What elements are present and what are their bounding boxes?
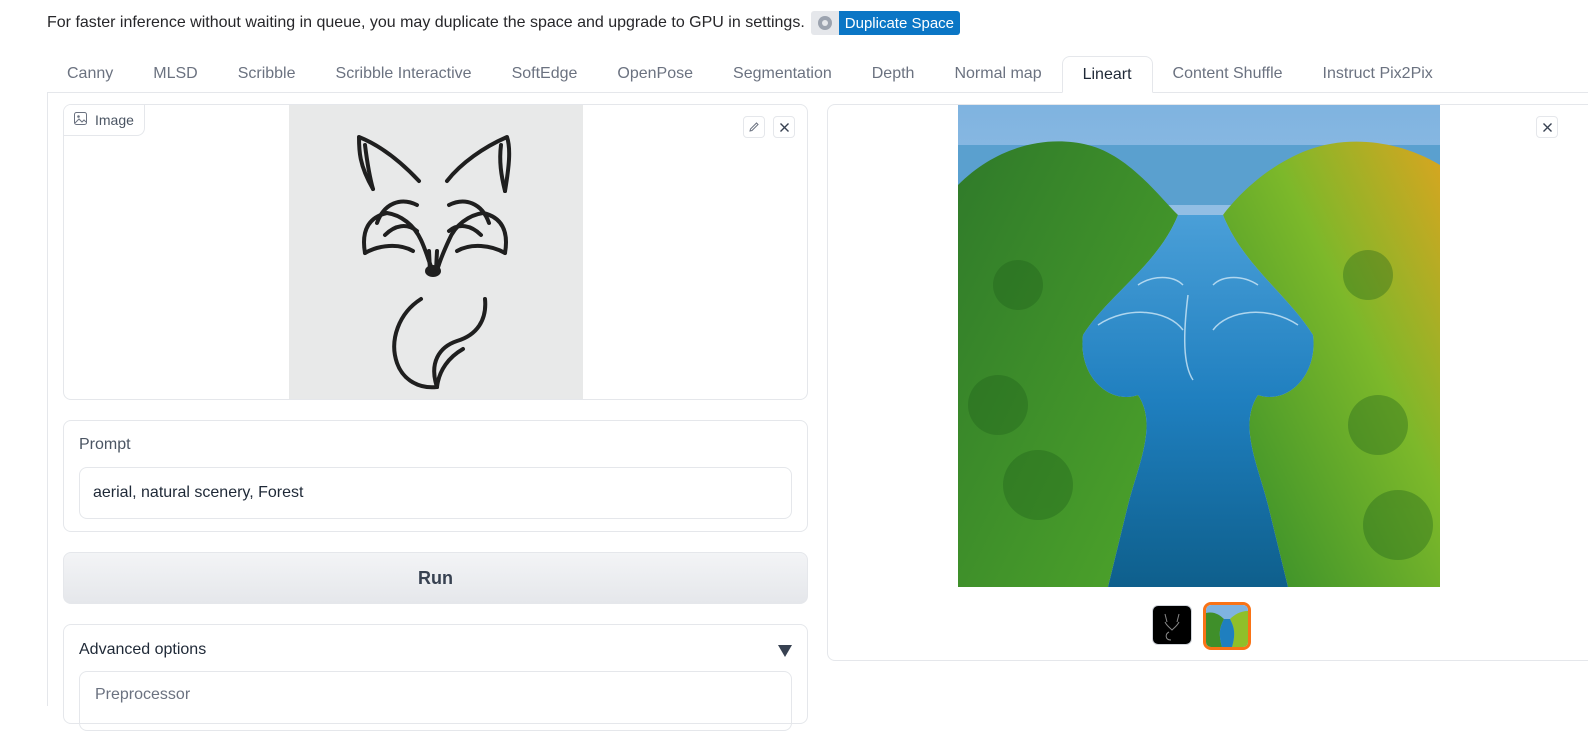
tab-depth[interactable]: Depth — [852, 56, 935, 92]
tab-content-shuffle[interactable]: Content Shuffle — [1153, 56, 1303, 92]
fox-sketch-image — [289, 105, 583, 399]
image-upload[interactable]: Image — [63, 104, 808, 400]
preprocessor-label: Preprocessor — [95, 686, 191, 703]
tab-canny[interactable]: Canny — [47, 56, 133, 92]
tab-scribble-interactive[interactable]: Scribble Interactive — [316, 56, 492, 92]
tab-bar: Canny MLSD Scribble Scribble Interactive… — [47, 56, 1588, 93]
duplicate-space-button[interactable]: Duplicate Space — [838, 11, 961, 35]
prompt-block: Prompt aerial, natural scenery, Forest — [63, 420, 808, 532]
image-icon — [74, 112, 87, 128]
advanced-options-label: Advanced options — [79, 641, 207, 658]
tab-mlsd[interactable]: MLSD — [133, 56, 217, 92]
output-gallery — [827, 104, 1588, 661]
notice-text: For faster inference without waiting in … — [47, 14, 805, 31]
tab-lineart[interactable]: Lineart — [1061, 56, 1153, 93]
image-label: Image — [95, 112, 134, 128]
thumbnail-generated[interactable] — [1203, 602, 1251, 650]
close-icon[interactable] — [1536, 116, 1558, 138]
advanced-options-accordion[interactable]: Advanced options Preprocessor — [63, 624, 808, 731]
tab-normal-map[interactable]: Normal map — [934, 56, 1061, 92]
duplicate-space-badge[interactable]: Duplicate Space — [810, 11, 961, 35]
tab-softedge[interactable]: SoftEdge — [492, 56, 598, 92]
tab-openpose[interactable]: OpenPose — [597, 56, 713, 92]
thumbnail-lineart[interactable] — [1152, 605, 1192, 645]
tab-scribble[interactable]: Scribble — [218, 56, 316, 92]
close-icon[interactable] — [773, 116, 795, 138]
prompt-label: Prompt — [79, 436, 131, 453]
image-label-badge: Image — [64, 105, 145, 136]
triangle-down-icon[interactable] — [778, 645, 792, 657]
preprocessor-field[interactable]: Preprocessor — [79, 671, 792, 731]
generated-image[interactable] — [958, 105, 1440, 587]
run-button[interactable]: Run — [63, 552, 808, 604]
prompt-input[interactable]: aerial, natural scenery, Forest — [79, 467, 792, 519]
tab-instruct-pix2pix[interactable]: Instruct Pix2Pix — [1303, 56, 1453, 92]
pencil-icon[interactable] — [743, 116, 765, 138]
duplicate-icon — [810, 11, 839, 35]
input-panel: Image Prompt aerial, natural scenery, Fo… — [47, 92, 828, 731]
duplicate-notice: For faster inference without waiting in … — [47, 10, 961, 36]
tab-segmentation[interactable]: Segmentation — [713, 56, 852, 92]
